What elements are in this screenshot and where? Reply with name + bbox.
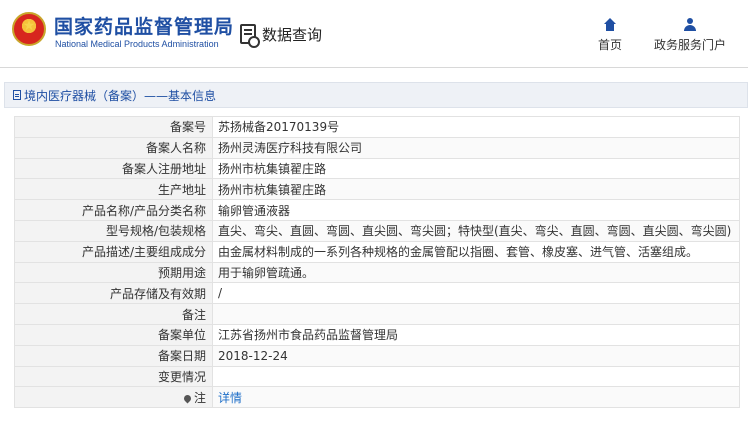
table-row: 产品描述/主要组成成分 由金属材料制成的一系列各种规格的金属管配以指圈、套管、橡皮… <box>14 240 740 263</box>
field-label: 产品描述/主要组成成分 <box>14 240 213 263</box>
field-value: 扬州灵涛医疗科技有限公司 <box>212 136 740 159</box>
field-label: 变更情况 <box>14 365 213 388</box>
field-value: 扬州市杭集镇翟庄路 <box>212 157 740 180</box>
nav-gov-service-label: 政务服务门户 <box>654 38 727 52</box>
table-row-note: 注详情 <box>14 386 740 409</box>
field-value: 扬州市杭集镇翟庄路 <box>212 178 740 201</box>
field-value: 直尖、弯尖、直圆、弯圆、直尖圆、弯尖圆；特快型(直尖、弯尖、直圆、弯圆、直尖圆、… <box>212 219 740 242</box>
table-row: 产品名称/产品分类名称 输卵管通液器 <box>14 199 740 221</box>
note-value-cell: 详情 <box>212 386 740 409</box>
note-label: 注 <box>193 390 206 405</box>
table-row: 产品存储及有效期 / <box>14 282 740 305</box>
field-label: 预期用途 <box>14 261 213 284</box>
table-row: 备案人名称 扬州灵涛医疗科技有限公司 <box>14 136 740 159</box>
table-row: 备注 <box>14 303 740 325</box>
national-emblem-icon[interactable] <box>12 12 46 46</box>
home-icon <box>603 18 617 32</box>
nav-home-label: 首页 <box>598 38 623 52</box>
nav-home[interactable]: 首页 <box>598 18 622 53</box>
field-label: 备案单位 <box>14 323 213 346</box>
detail-link[interactable]: 详情 <box>218 391 242 405</box>
field-label: 生产地址 <box>14 178 213 201</box>
field-label: 型号规格/包装规格 <box>14 219 213 242</box>
table-row: 生产地址 扬州市杭集镇翟庄路 <box>14 178 740 201</box>
table-row: 预期用途 用于输卵管疏通。 <box>14 261 740 284</box>
field-label: 产品存储及有效期 <box>14 282 213 305</box>
logo-title-en[interactable]: National Medical Products Administration <box>55 39 219 49</box>
table-row: 备案单位 江苏省扬州市食品药品监督管理局 <box>14 323 740 346</box>
document-search-icon <box>240 24 260 48</box>
table-row: 型号规格/包装规格 直尖、弯尖、直圆、弯圆、直尖圆、弯尖圆；特快型(直尖、弯尖、直… <box>14 219 740 242</box>
field-label: 备案号 <box>14 116 213 138</box>
field-value: 用于输卵管疏通。 <box>212 261 740 284</box>
field-value: 2018-12-24 <box>212 344 740 367</box>
nav-gov-service-portal[interactable]: 政务服务门户 <box>654 18 726 53</box>
table-row: 备案人注册地址 扬州市杭集镇翟庄路 <box>14 157 740 180</box>
table-row: 备案日期 2018-12-24 <box>14 344 740 367</box>
field-value: 苏扬械备20170139号 <box>212 116 740 138</box>
note-label-cell: 注 <box>14 386 213 409</box>
field-label: 备案人名称 <box>14 136 213 159</box>
pin-icon <box>182 393 193 404</box>
breadcrumb: 境内医疗器械（备案）——基本信息 <box>4 82 748 108</box>
field-value <box>212 365 740 388</box>
table-row: 备案号 苏扬械备20170139号 <box>14 116 740 138</box>
data-query-label: 数据查询 <box>262 25 323 44</box>
field-value: / <box>212 282 740 305</box>
field-label: 备注 <box>14 303 213 325</box>
data-query-title: 数据查询 <box>240 22 323 48</box>
logo-title-cn[interactable]: 国家药品监督管理局 <box>54 12 234 39</box>
basic-info-table: 备案号 苏扬械备20170139号 备案人名称 扬州灵涛医疗科技有限公司 备案人注册地址… <box>14 116 740 409</box>
breadcrumb-text: 境内医疗器械（备案）——基本信息 <box>24 88 217 103</box>
field-label: 产品名称/产品分类名称 <box>14 199 213 221</box>
field-value: 由金属材料制成的一系列各种规格的金属管配以指圈、套管、橡皮塞、进气管、活塞组成。 <box>212 240 740 263</box>
document-icon <box>13 90 21 100</box>
field-value <box>212 303 740 325</box>
user-icon <box>683 18 697 32</box>
field-value: 江苏省扬州市食品药品监督管理局 <box>212 323 740 346</box>
field-label: 备案日期 <box>14 344 213 367</box>
field-value: 输卵管通液器 <box>212 199 740 221</box>
field-label: 备案人注册地址 <box>14 157 213 180</box>
table-row: 变更情况 <box>14 365 740 388</box>
site-header: 国家药品监督管理局 National Medical Products Admi… <box>0 0 748 68</box>
